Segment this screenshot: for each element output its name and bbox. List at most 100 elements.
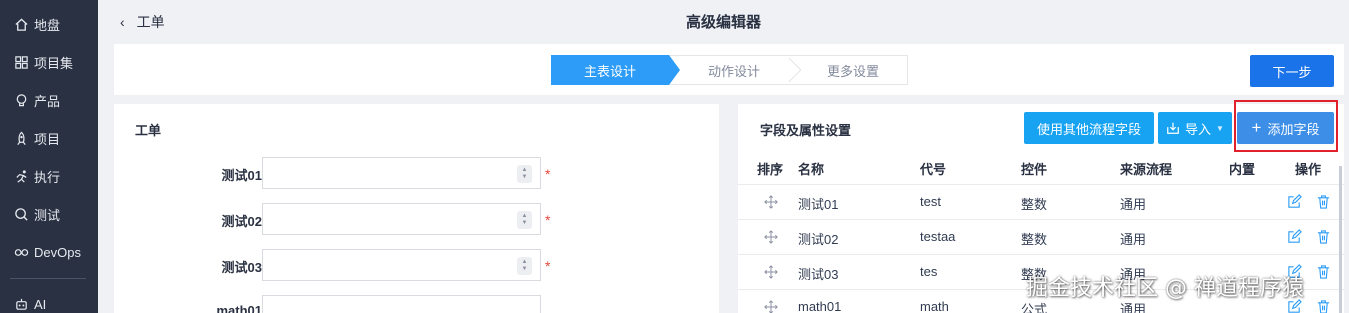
sidebar-item-dashboard[interactable]: 地盘 [0, 5, 98, 43]
edit-icon[interactable] [1287, 229, 1302, 244]
sidebar-item-ai[interactable]: AI [0, 285, 98, 313]
required-marker: * [545, 166, 551, 182]
form-row: 测试01 ▲ ▼ * [114, 157, 719, 189]
step-label: 主表设计 [583, 63, 636, 79]
field-label: 测试01 [221, 168, 262, 183]
cell-source: 通用 [1120, 232, 1147, 247]
required-marker: * [545, 212, 551, 228]
spinner-up-icon: ▲ [521, 259, 528, 265]
column-header: 排序 [757, 162, 784, 177]
drag-handle-icon[interactable] [764, 195, 778, 209]
table-row: 测试02 testaa 整数 通用 [738, 219, 1344, 254]
field-label: 测试02 [221, 214, 262, 229]
step-action-design[interactable]: 动作设计 [669, 55, 802, 85]
delete-icon[interactable] [1316, 299, 1331, 313]
drag-handle-icon[interactable] [764, 300, 778, 313]
home-icon [15, 17, 28, 31]
sidebar-divider [10, 278, 86, 279]
table-row: 测试01 test 整数 通用 [738, 184, 1344, 219]
step-progress: 主表设计 动作设计 更多设置 [551, 55, 908, 85]
sidebar-item-label: 项目 [34, 131, 61, 147]
spinner-up-icon: ▲ [521, 167, 528, 173]
column-header: 代号 [920, 162, 947, 177]
robot-icon [16, 298, 27, 310]
sidebar-item-label: 地盘 [34, 17, 61, 33]
sidebar-item-label: DevOps [34, 244, 81, 260]
steps-card: 主表设计 动作设计 更多设置 下一步 [114, 44, 1344, 95]
cell-code: tes [920, 264, 938, 279]
cell-code: math [920, 299, 949, 313]
run-icon [16, 169, 27, 183]
sidebar-item-label: 测试 [34, 207, 61, 223]
sidebar-item-product[interactable]: 产品 [0, 81, 98, 119]
import-button[interactable]: 导入 ▼ [1158, 112, 1232, 144]
drag-handle-icon[interactable] [764, 265, 778, 279]
panel-title: 字段及属性设置 [760, 123, 852, 138]
table-header: 排序 名称 代号 控件 来源流程 内置 操作 [738, 154, 1344, 184]
field-label: math01 [216, 303, 262, 313]
sidebar-item-project[interactable]: 项目 [0, 119, 98, 157]
form-row: 测试03 ▲ ▼ * [114, 249, 719, 281]
top-bar: ‹ 工单 高级编辑器 [98, 0, 1349, 44]
number-spinner[interactable]: ▲ ▼ [517, 257, 532, 275]
sidebar-item-label: 产品 [34, 93, 61, 109]
sidebar-item-execution[interactable]: 执行 [0, 157, 98, 195]
cell-control: 整数 [1021, 232, 1048, 247]
number-spinner[interactable]: ▲ ▼ [517, 211, 532, 229]
form-row: 测试02 ▲ ▼ * [114, 203, 719, 235]
drag-handle-icon[interactable] [764, 230, 778, 244]
spinner-down-icon: ▼ [521, 174, 528, 180]
infinity-icon [14, 248, 29, 256]
cell-name: 测试02 [798, 232, 839, 247]
spinner-up-icon: ▲ [521, 213, 528, 219]
edit-icon[interactable] [1287, 194, 1302, 209]
cell-name: math01 [798, 299, 842, 313]
sidebar-item-program[interactable]: 项目集 [0, 43, 98, 81]
table-scrollbar[interactable] [1339, 166, 1342, 313]
step-main-design[interactable]: 主表设计 [551, 55, 680, 85]
use-other-flow-fields-button[interactable]: 使用其他流程字段 [1024, 112, 1154, 144]
step-label: 更多设置 [826, 63, 879, 79]
cell-name: 测试01 [798, 197, 839, 212]
formula-input[interactable] [262, 295, 541, 313]
next-step-button[interactable]: 下一步 [1250, 55, 1334, 87]
column-header: 控件 [1021, 162, 1048, 177]
import-icon [1167, 122, 1179, 134]
number-spinner[interactable]: ▲ ▼ [517, 165, 532, 183]
cell-name: 测试03 [798, 267, 839, 282]
spinner-down-icon: ▼ [521, 220, 528, 226]
cell-source: 通用 [1120, 197, 1147, 212]
step-more-settings[interactable]: 更多设置 [789, 55, 908, 85]
cell-code: testaa [920, 229, 956, 244]
number-input[interactable]: ▲ ▼ [262, 157, 541, 189]
delete-icon[interactable] [1316, 264, 1331, 279]
sidebar-item-label: AI [34, 296, 47, 312]
lightbulb-icon [16, 93, 27, 106]
column-header: 来源流程 [1120, 162, 1173, 177]
step-arrow [669, 55, 680, 85]
grid-icon [15, 55, 28, 69]
form-row: math01 [114, 295, 719, 313]
caret-down-icon: ▼ [1216, 123, 1224, 133]
cell-control: 整数 [1021, 197, 1048, 212]
form-preview-panel: 工单 测试01 ▲ ▼ * 测试02 ▲ ▼ * 测试03 ▲ ▼ * math01 [114, 104, 719, 313]
step-label: 动作设计 [707, 63, 760, 79]
number-input[interactable]: ▲ ▼ [262, 249, 541, 281]
column-header: 操作 [1295, 162, 1322, 177]
form-title: 工单 [135, 123, 162, 138]
required-marker: * [545, 258, 551, 274]
search-icon [15, 207, 28, 221]
delete-icon[interactable] [1316, 194, 1331, 209]
highlight-annotation [1234, 100, 1338, 152]
field-label: 测试03 [221, 260, 262, 275]
sidebar-item-test[interactable]: 测试 [0, 195, 98, 233]
delete-icon[interactable] [1316, 229, 1331, 244]
cell-code: test [920, 194, 941, 209]
import-label: 导入 [1185, 121, 1212, 137]
sidebar-item-devops[interactable]: DevOps [0, 233, 98, 271]
watermark: 掘金技术社区 @ 禅道程序猿 [1026, 276, 1304, 301]
sidebar-item-label: 执行 [34, 169, 61, 185]
number-input[interactable]: ▲ ▼ [262, 203, 541, 235]
rocket-icon [17, 131, 26, 145]
sidebar: 地盘 项目集 产品 项目 执行 测试 DevOps AI [0, 0, 98, 313]
